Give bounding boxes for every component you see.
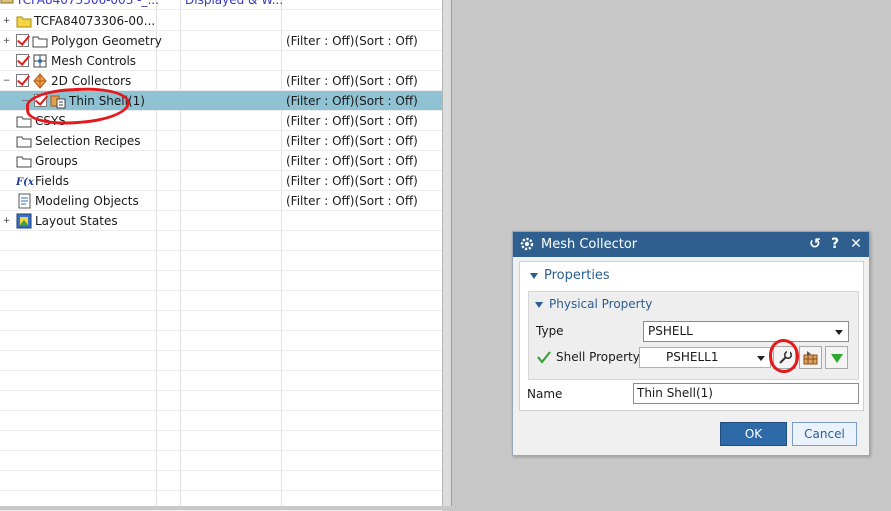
empty-row: [0, 311, 442, 331]
tree-row-label: Groups: [35, 154, 78, 168]
svg-text:F(x): F(x): [16, 177, 34, 188]
ok-button[interactable]: OK: [720, 422, 787, 446]
filter-sort-status: (Filter : Off)(Sort : Off): [286, 154, 418, 168]
reset-button[interactable]: ↺: [806, 235, 824, 253]
more-options-button[interactable]: [825, 346, 848, 369]
chevron-down-icon: [530, 272, 538, 279]
dropdown-arrow-icon: [757, 356, 765, 361]
shell-property-label: Shell Property: [556, 350, 640, 364]
close-button[interactable]: ✕: [847, 235, 865, 253]
modeling-objects-icon: [16, 193, 32, 209]
folder-icon: [32, 33, 48, 49]
expand-toggle[interactable]: +: [2, 37, 11, 46]
folder-icon: [16, 133, 32, 149]
filter-sort-status: (Filter : Off)(Sort : Off): [286, 74, 418, 88]
tree-row-label: TCFA84073306-003 -_...: [16, 0, 159, 7]
empty-row: [0, 351, 442, 371]
displayed-column-value: Displayed & W...: [185, 0, 284, 7]
tree-row-label: Fields: [35, 174, 69, 188]
green-checkmark-icon: [536, 349, 552, 365]
fem-file-icon: [16, 13, 32, 29]
tree-row-label: Selection Recipes: [35, 134, 141, 148]
physical-property-label: Physical Property: [549, 297, 653, 311]
empty-row: [0, 391, 442, 411]
dropdown-arrow-icon: [831, 354, 843, 363]
dialog-title: Mesh Collector: [541, 237, 638, 252]
empty-row: [0, 491, 442, 511]
gear-icon: [519, 236, 535, 252]
tree-row-label: Layout States: [35, 214, 118, 228]
help-button[interactable]: ?: [826, 235, 844, 253]
visibility-checkbox[interactable]: [16, 34, 29, 47]
filter-sort-status: (Filter : Off)(Sort : Off): [286, 174, 418, 188]
dropdown-arrow-icon: [835, 330, 843, 335]
mesh-edit-icon: [803, 350, 819, 366]
shell-property-dropdown[interactable]: PSHELL1: [639, 347, 771, 368]
name-input[interactable]: Thin Shell(1): [633, 383, 859, 404]
empty-row: [0, 471, 442, 491]
layout-states-icon: [16, 213, 32, 229]
tree-row-layout-states[interactable]: + Layout States: [0, 211, 442, 231]
tree-row-polygon-geometry[interactable]: + Polygon Geometry (Filter : Off)(Sort :…: [0, 31, 442, 51]
empty-row: [0, 291, 442, 311]
tree-row-label: Modeling Objects: [35, 194, 139, 208]
physical-property-group: Physical Property Type PSHELL Shell Prop…: [528, 291, 859, 380]
fields-icon: F(x): [15, 173, 39, 189]
expand-toggle[interactable]: +: [2, 217, 11, 226]
filter-sort-status: (Filter : Off)(Sort : Off): [286, 134, 418, 148]
panel-splitter[interactable]: [442, 0, 452, 506]
collapse-toggle[interactable]: −: [2, 77, 11, 86]
filter-sort-status: (Filter : Off)(Sort : Off): [286, 114, 418, 128]
properties-section-header[interactable]: Properties: [530, 266, 610, 286]
visibility-checkbox[interactable]: [16, 54, 29, 67]
collector-icon: [32, 73, 48, 89]
tree-row-modeling-objects[interactable]: Modeling Objects (Filter : Off)(Sort : O…: [0, 191, 442, 211]
type-label: Type: [536, 324, 564, 338]
empty-row: [0, 231, 442, 251]
tree-row-fem-file[interactable]: + TCFA84073306-00...: [0, 11, 442, 31]
empty-row: [0, 411, 442, 431]
visibility-checkbox[interactable]: [16, 74, 29, 87]
dialog-titlebar[interactable]: Mesh Collector ↺ ? ✕: [513, 232, 869, 257]
empty-row: [0, 451, 442, 471]
filter-sort-status: (Filter : Off)(Sort : Off): [286, 34, 418, 48]
empty-row: [0, 331, 442, 351]
create-property-button[interactable]: [799, 346, 822, 369]
dialog-body: Properties Physical Property Type PSHELL…: [519, 261, 864, 411]
expand-toggle[interactable]: +: [2, 17, 11, 26]
sim-file-icon: [0, 0, 16, 7]
tree-row-groups[interactable]: Groups (Filter : Off)(Sort : Off): [0, 151, 442, 171]
navigator-tree: TCFA84073306-003 -_... Displayed & W... …: [0, 0, 442, 511]
name-value: Thin Shell(1): [637, 386, 713, 400]
shell-property-value: PSHELL1: [666, 350, 719, 364]
chevron-down-icon: [535, 301, 543, 308]
empty-row: [0, 431, 442, 451]
tree-row-label: Polygon Geometry: [51, 34, 162, 48]
cancel-button[interactable]: Cancel: [792, 422, 857, 446]
tree-row-label: Mesh Controls: [51, 54, 137, 68]
empty-row: [0, 371, 442, 391]
name-label: Name: [527, 387, 563, 401]
mesh-controls-icon: [32, 53, 48, 69]
tree-row-mesh-controls[interactable]: Mesh Controls: [0, 51, 442, 71]
tree-row-sim-file[interactable]: TCFA84073306-003 -_... Displayed & W...: [0, 0, 442, 10]
empty-row: [0, 251, 442, 271]
filter-sort-status: (Filter : Off)(Sort : Off): [286, 194, 418, 208]
red-annotation-circle: [769, 339, 799, 373]
empty-row: [0, 271, 442, 291]
tree-row-selection-recipes[interactable]: Selection Recipes (Filter : Off)(Sort : …: [0, 131, 442, 151]
folder-icon: [16, 153, 32, 169]
filter-sort-status: (Filter : Off)(Sort : Off): [286, 94, 418, 108]
type-dropdown[interactable]: PSHELL: [643, 321, 849, 342]
physical-property-section-header[interactable]: Physical Property: [535, 294, 652, 314]
tree-row-label: TCFA84073306-00...: [34, 14, 156, 28]
mesh-collector-dialog: Mesh Collector ↺ ? ✕ Properties Physical…: [512, 231, 870, 456]
type-value: PSHELL: [648, 324, 693, 338]
properties-label: Properties: [544, 268, 610, 283]
tree-row-fields[interactable]: F(x) Fields (Filter : Off)(Sort : Off): [0, 171, 442, 191]
